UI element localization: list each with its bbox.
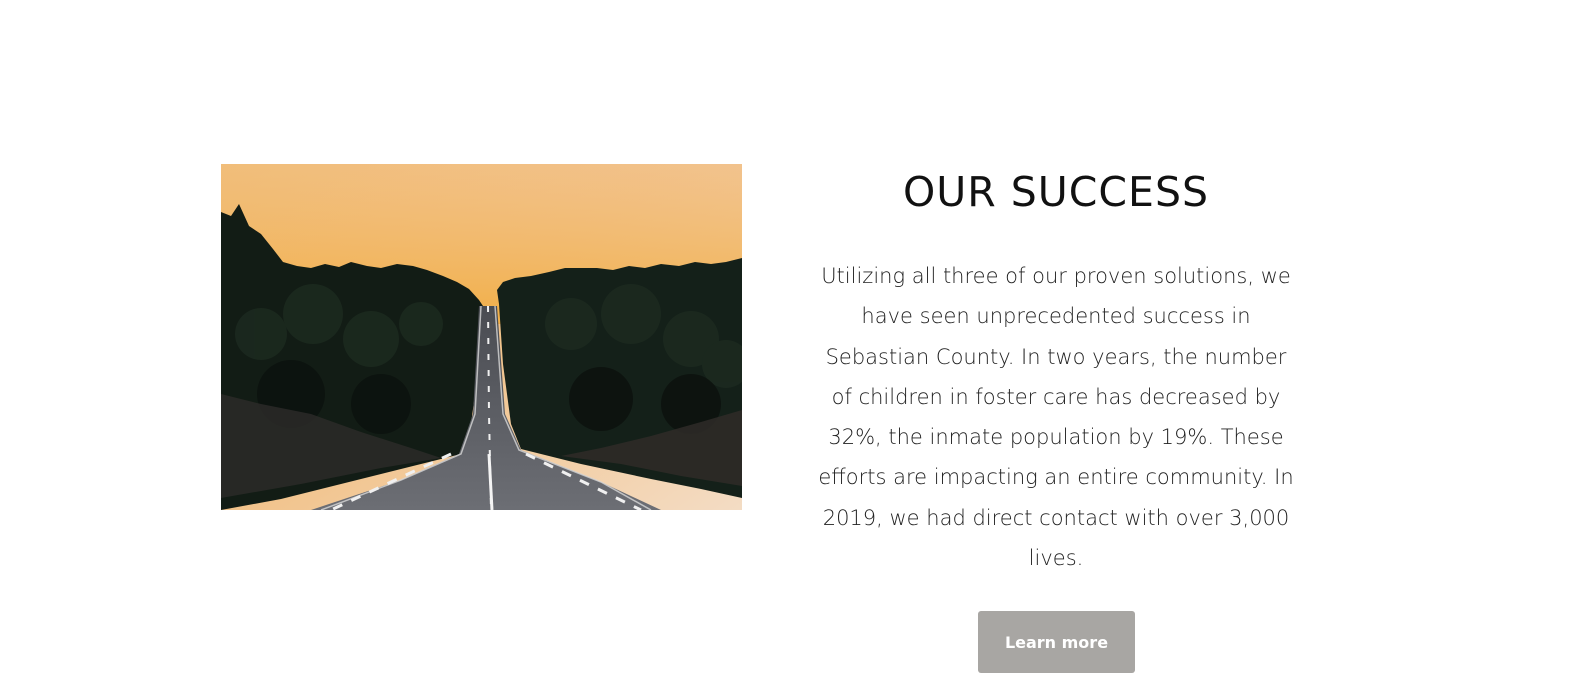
success-section: OUR SUCCESS Utilizing all three of our p… [0, 0, 1572, 697]
section-title: OUR SUCCESS [902, 168, 1210, 216]
success-content: OUR SUCCESS Utilizing all three of our p… [806, 164, 1306, 578]
learn-more-button[interactable]: Learn more [978, 611, 1135, 673]
section-body-text: Utilizing all three of our proven soluti… [818, 264, 1294, 571]
road-sunset-image [221, 164, 742, 510]
